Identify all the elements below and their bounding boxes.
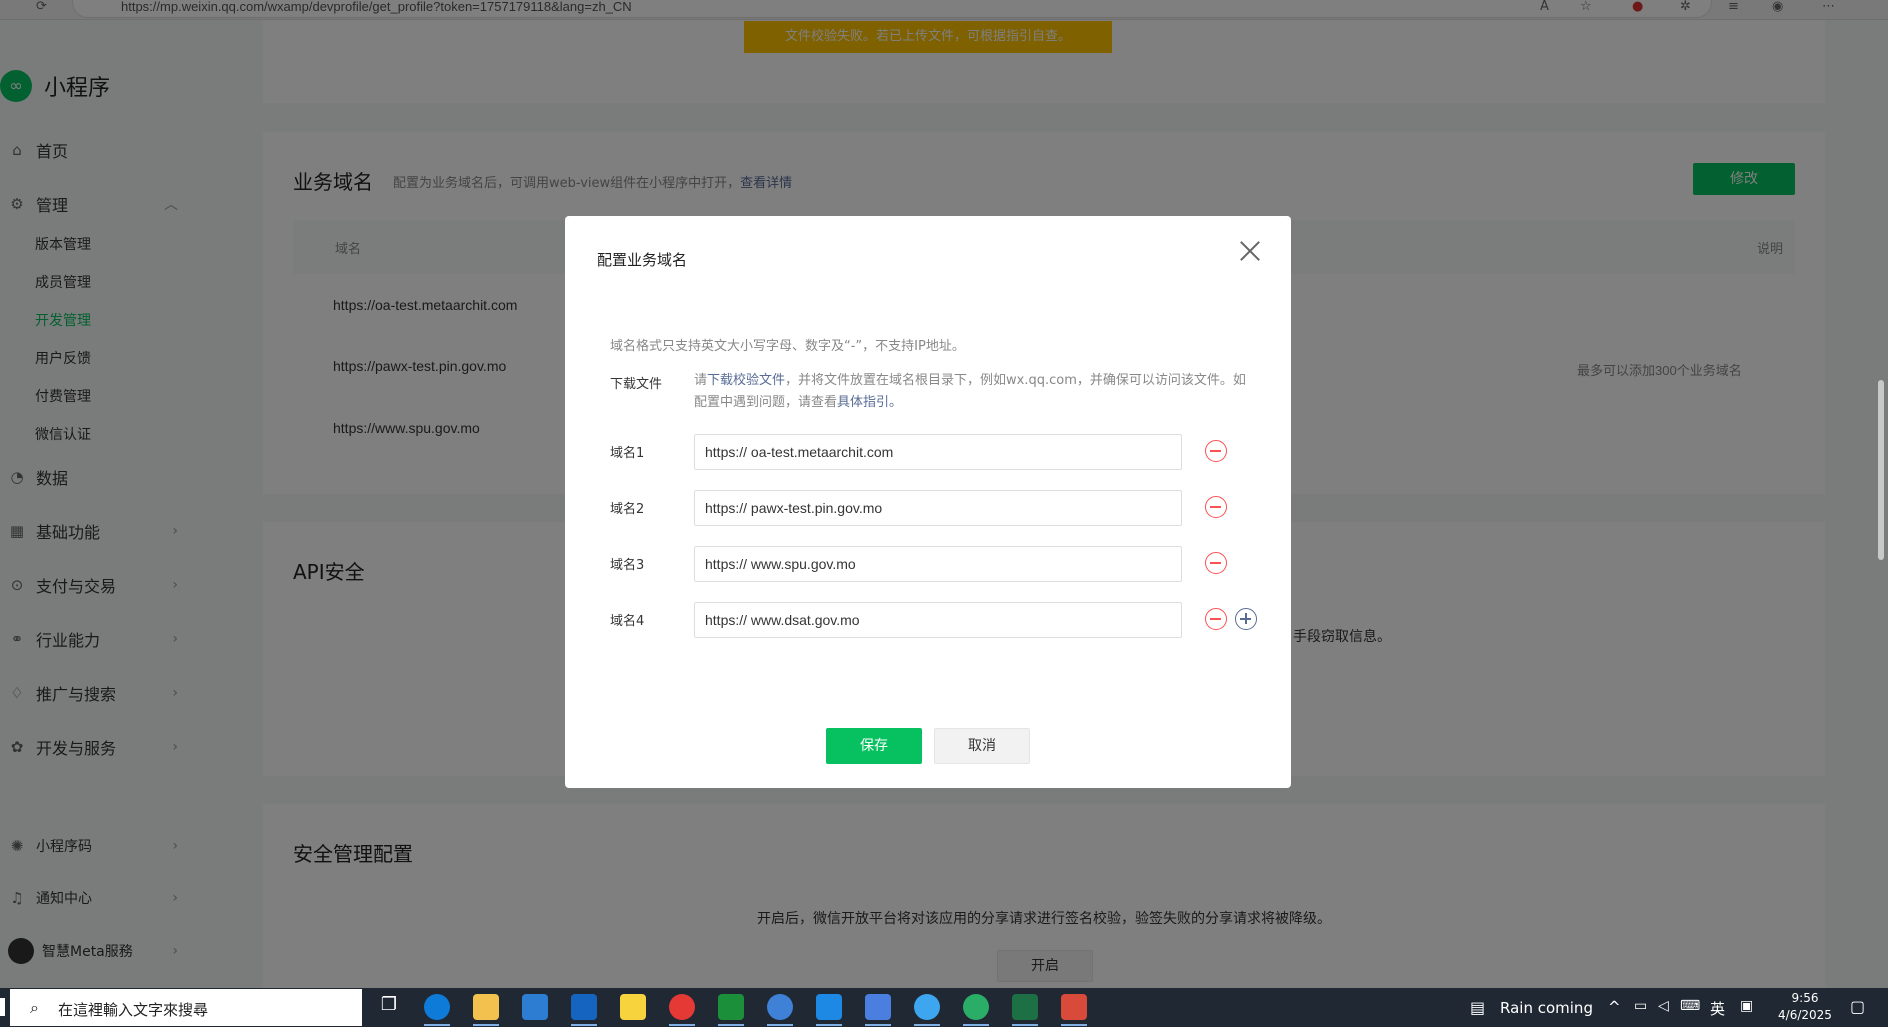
start-button[interactable] <box>0 998 5 1016</box>
help-prefix: 请 <box>694 373 708 388</box>
taskbar-search-placeholder: 在這裡輸入文字來搜尋 <box>58 1001 209 1019</box>
page-scrollbar[interactable] <box>1878 380 1884 560</box>
ime-mode-icon[interactable]: ▣ <box>1740 998 1753 1014</box>
network-icon[interactable]: ▭ <box>1634 998 1647 1014</box>
domain-1-input[interactable]: https:// oa-test.metaarchit.com <box>694 434 1182 470</box>
domain-4-input[interactable]: https:// www.dsat.gov.mo <box>694 602 1182 638</box>
edge-legacy-icon[interactable] <box>718 994 744 1026</box>
dialog-title: 配置业务域名 <box>597 251 688 269</box>
weather-icon[interactable]: ▤ <box>1470 998 1485 1017</box>
domain-format-note: 域名格式只支持英文大小写字母、数字及“-”，不支持IP地址。 <box>610 339 965 354</box>
guide-link[interactable]: 具体指引。 <box>837 395 902 410</box>
outlook-mail-icon[interactable] <box>816 994 842 1026</box>
domain-3-input[interactable]: https:// www.spu.gov.mo <box>694 546 1182 582</box>
task-view-icon[interactable]: ❐ <box>376 994 402 1020</box>
domain-4-label: 域名4 <box>610 614 645 629</box>
store-icon[interactable] <box>522 994 548 1020</box>
excel-icon[interactable] <box>1012 994 1038 1026</box>
chat-icon[interactable] <box>914 994 940 1026</box>
teams-icon[interactable] <box>865 994 891 1026</box>
remove-domain-2-icon[interactable] <box>1205 496 1227 518</box>
weather-text[interactable]: Rain coming <box>1500 999 1593 1017</box>
windows-taskbar: ⌕ 在這裡輸入文字來搜尋 ❐ ▤ Rain coming ^ ▭ ◁ ⌨ 英 ▣… <box>0 988 1888 1027</box>
clock-time[interactable]: 9:56 <box>1770 991 1840 1005</box>
sticky-notes-icon[interactable] <box>620 994 646 1020</box>
file-explorer-icon[interactable] <box>473 994 499 1026</box>
cancel-button[interactable]: 取消 <box>934 728 1030 764</box>
clock-date[interactable]: 4/6/2025 <box>1770 1008 1840 1022</box>
remove-domain-4-icon[interactable] <box>1205 608 1227 630</box>
download-file-label: 下载文件 <box>610 377 663 392</box>
remove-domain-3-icon[interactable] <box>1205 552 1227 574</box>
domain-2-label: 域名2 <box>610 502 645 517</box>
save-button[interactable]: 保存 <box>826 728 922 764</box>
add-domain-icon[interactable] <box>1235 608 1257 630</box>
download-verify-file-link[interactable]: 下载校验文件 <box>707 373 785 388</box>
download-help-text: 请下载校验文件，并将文件放置在域名根目录下，例如wx.qq.com，并确保可以访… <box>694 370 1246 414</box>
taskbar-search[interactable]: ⌕ 在這裡輸入文字來搜尋 <box>10 989 362 1026</box>
outlook-icon[interactable] <box>571 994 597 1026</box>
search-icon: ⌕ <box>30 998 39 1017</box>
domain-2-input[interactable]: https:// pawx-test.pin.gov.mo <box>694 490 1182 526</box>
domain-3-label: 域名3 <box>610 558 645 573</box>
chrome-icon[interactable] <box>669 994 695 1026</box>
close-icon[interactable] <box>1237 238 1263 264</box>
wechat-icon[interactable] <box>963 994 989 1026</box>
edge-browser-icon[interactable] <box>424 994 450 1026</box>
keyboard-icon[interactable]: ⌨ <box>1680 998 1700 1014</box>
domain-1-label: 域名1 <box>610 446 645 461</box>
tray-chevron-up-icon[interactable]: ^ <box>1608 998 1621 1016</box>
volume-icon[interactable]: ◁ <box>1658 998 1669 1014</box>
notification-center-icon[interactable]: ▢ <box>1850 997 1865 1016</box>
tool-app-icon[interactable] <box>1061 994 1087 1026</box>
search-app-icon[interactable] <box>767 994 793 1026</box>
configure-domain-dialog: 配置业务域名 域名格式只支持英文大小写字母、数字及“-”，不支持IP地址。 下载… <box>565 216 1291 788</box>
ime-indicator[interactable]: 英 <box>1710 998 1725 1019</box>
remove-domain-1-icon[interactable] <box>1205 440 1227 462</box>
